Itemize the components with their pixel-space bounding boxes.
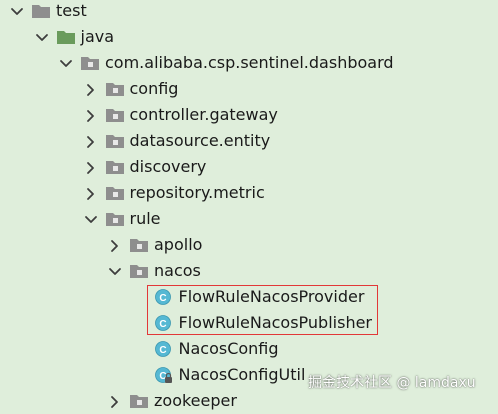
chevron-right-icon[interactable]	[108, 388, 122, 414]
chevron-right-icon[interactable]	[84, 102, 98, 128]
chevron-right-icon[interactable]	[84, 76, 98, 102]
package-icon	[105, 180, 125, 206]
svg-text:C: C	[159, 293, 166, 304]
package-icon	[105, 206, 125, 232]
package-icon	[105, 154, 125, 180]
chevron-right-icon[interactable]	[108, 232, 122, 258]
tree-node[interactable]: C FlowRuleNacosPublisher	[0, 310, 498, 336]
tree-node[interactable]: com.alibaba.csp.sentinel.dashboard	[0, 50, 498, 76]
tree-node-label: nacos	[154, 261, 201, 280]
chevron-right-icon[interactable]	[84, 154, 98, 180]
tree-node[interactable]: nacos	[0, 258, 498, 284]
tree-node-label: datasource.entity	[129, 131, 271, 150]
tree-node-label: FlowRuleNacosProvider	[178, 287, 365, 306]
class-icon: C	[154, 284, 174, 310]
tree-node[interactable]: test	[0, 0, 498, 24]
tree-node[interactable]: discovery	[0, 154, 498, 180]
chevron-right-icon[interactable]	[84, 180, 98, 206]
tree-node-label: test	[56, 1, 87, 20]
watermark: 掘金技术社区 @ lamdaxu	[308, 375, 476, 391]
tree-node[interactable]: controller.gateway	[0, 102, 498, 128]
tree-node-label: repository.metric	[129, 183, 265, 202]
tree-node[interactable]: java	[0, 24, 498, 50]
chevron-down-icon[interactable]	[59, 50, 73, 76]
tree-node[interactable]: C FlowRuleNacosProvider	[0, 284, 498, 310]
tree-node-label: controller.gateway	[129, 105, 278, 124]
tree-node[interactable]: rule	[0, 206, 498, 232]
package-icon	[80, 50, 100, 76]
package-icon	[105, 102, 125, 128]
package-icon	[129, 388, 149, 414]
tree-node-label: apollo	[154, 235, 203, 254]
tree-node[interactable]: repository.metric	[0, 180, 498, 206]
tree-node-label: com.alibaba.csp.sentinel.dashboard	[105, 53, 394, 72]
package-icon	[129, 258, 149, 284]
tree-node-label: NacosConfigUtil	[178, 365, 306, 384]
class-icon: C	[154, 310, 174, 336]
tree-node-label: zookeeper	[154, 391, 237, 410]
svg-text:C: C	[159, 319, 166, 330]
chevron-down-icon[interactable]	[35, 24, 49, 50]
package-icon	[129, 232, 149, 258]
package-icon	[105, 128, 125, 154]
folder-icon	[56, 24, 76, 50]
class-lock-icon: C	[154, 362, 174, 388]
chevron-right-icon[interactable]	[84, 128, 98, 154]
chevron-down-icon[interactable]	[84, 206, 98, 232]
tree-node-label: rule	[129, 209, 161, 228]
chevron-down-icon[interactable]	[10, 0, 24, 24]
tree-node-label: discovery	[129, 157, 207, 176]
tree-node-label: FlowRuleNacosPublisher	[178, 313, 373, 332]
package-icon	[105, 76, 125, 102]
tree-node[interactable]: config	[0, 76, 498, 102]
folder-icon	[31, 0, 51, 24]
tree-node-label: java	[80, 27, 115, 46]
svg-text:C: C	[159, 345, 166, 356]
tree-node[interactable]: apollo	[0, 232, 498, 258]
chevron-down-icon[interactable]	[108, 258, 122, 284]
tree-node-label: config	[129, 79, 179, 98]
project-tree: test java com.alibaba.csp.sentinel.dashboa…	[0, 0, 498, 410]
tree-node[interactable]: C NacosConfig	[0, 336, 498, 362]
tree-node-label: NacosConfig	[178, 339, 279, 358]
tree-node[interactable]: datasource.entity	[0, 128, 498, 154]
class-icon: C	[154, 336, 174, 362]
